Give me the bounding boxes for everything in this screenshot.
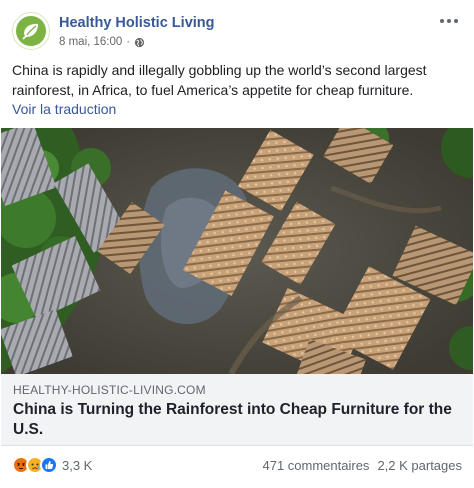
comments-count-link[interactable]: 471 commentaires	[262, 458, 369, 473]
see-translation-link[interactable]: Voir la traduction	[12, 101, 116, 117]
link-preview-box[interactable]: HEALTHY-HOLISTIC-LIVING.COM China is Tur…	[1, 374, 473, 446]
link-preview-image[interactable]	[1, 128, 473, 374]
link-domain: HEALTHY-HOLISTIC-LIVING.COM	[13, 383, 206, 397]
link-title[interactable]: China is Turning the Rainforest into Che…	[13, 400, 463, 440]
meta-separator: ·	[126, 36, 131, 48]
like-reaction-icon	[40, 456, 58, 474]
facebook-post: Healthy Holistic Living 8 mai, 16:00 · C…	[0, 0, 474, 488]
post-timestamp[interactable]: 8 mai, 16:00	[59, 36, 122, 48]
engagement-stats: 471 commentaires 2,2 K partages	[262, 458, 462, 473]
post-body-text: China is rapidly and illegally gobbling …	[12, 62, 427, 98]
globe-icon	[135, 37, 145, 47]
reactions-summary[interactable]: 3,3 K	[12, 456, 92, 474]
post-meta: 8 mai, 16:00 ·	[59, 36, 145, 48]
more-options-icon[interactable]	[436, 12, 462, 30]
post-header: Healthy Holistic Living 8 mai, 16:00 ·	[12, 12, 462, 54]
page-avatar[interactable]	[12, 12, 50, 50]
avatar-logo-icon	[16, 16, 46, 46]
post-footer: 3,3 K 471 commentaires 2,2 K partages	[12, 454, 462, 478]
reaction-count: 3,3 K	[62, 457, 93, 473]
page-name-link[interactable]: Healthy Holistic Living	[59, 15, 215, 31]
shares-count-link[interactable]: 2,2 K partages	[377, 458, 462, 473]
